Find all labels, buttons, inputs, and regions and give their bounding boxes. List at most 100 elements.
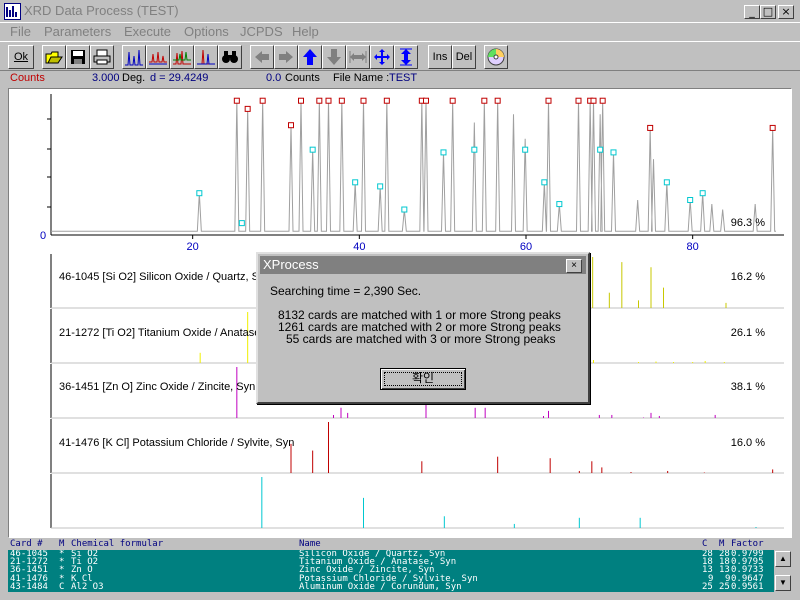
arrow-down-icon [327, 49, 341, 65]
menu-bar: File Parameters Execute Options JCPDS He… [0, 23, 800, 41]
peak-marker-cyan[interactable] [522, 146, 529, 153]
col-name[interactable]: Name [299, 539, 321, 549]
move-left-button[interactable] [250, 45, 274, 69]
peak-marker-red[interactable] [288, 122, 294, 129]
move-right-button[interactable] [274, 45, 298, 69]
peak-marker-red[interactable] [383, 97, 390, 104]
peak-marker-cyan[interactable] [309, 146, 316, 153]
menu-file[interactable]: File [10, 24, 31, 39]
ok-button[interactable]: Ok [8, 45, 34, 69]
col-c[interactable]: C [702, 539, 707, 549]
card-label-1[interactable]: 46-1045 [Si O2] Silicon Oxide / Quartz, … [59, 271, 271, 283]
arrow-left-icon [255, 51, 269, 63]
peak-marker-cyan[interactable] [663, 179, 670, 186]
peak-marker-red[interactable] [298, 97, 304, 104]
list-cell-m: C [59, 581, 65, 592]
peak-marker-red[interactable] [423, 97, 429, 104]
peak-marker-cyan[interactable] [541, 179, 548, 186]
cd-button[interactable] [484, 45, 508, 69]
peak-marker-red[interactable] [590, 97, 597, 104]
counts-label: Counts [10, 72, 45, 84]
card-label-3[interactable]: 36-1451 [Zn O] Zinc Oxide / Zincite, Syn [59, 381, 255, 393]
close-button[interactable]: × [778, 5, 794, 19]
y-origin-label: 0 [40, 230, 46, 242]
peak-marker-red[interactable] [360, 97, 367, 104]
pattern-mixed-icon [197, 49, 215, 65]
peak-marker-red[interactable] [599, 97, 606, 104]
dialog-title-bar: XProcess × [260, 256, 586, 274]
minimize-button[interactable]: _ [744, 5, 760, 19]
peak-marker-cyan[interactable] [597, 146, 604, 153]
expand-all-button[interactable] [370, 45, 394, 69]
scroll-up-button[interactable]: ▲ [775, 551, 791, 567]
print-button[interactable] [90, 45, 114, 69]
peak-marker-cyan[interactable] [196, 190, 203, 197]
save-button[interactable] [66, 45, 90, 69]
list-scrollbar[interactable]: ▲ ▼ [774, 550, 792, 592]
expand-vertical-button[interactable] [394, 45, 418, 69]
menu-execute[interactable]: Execute [124, 24, 171, 39]
col-m[interactable]: M [59, 539, 64, 549]
expand-vertical-icon [400, 48, 412, 66]
list-cell-name: Aluminum Oxide / Corundum, Syn [299, 581, 462, 592]
peak-marker-red[interactable] [449, 97, 456, 104]
binoculars-icon [222, 51, 238, 63]
xrd-profile-line [51, 100, 776, 232]
peak-marker-red[interactable] [769, 124, 776, 131]
open-folder-icon [45, 51, 63, 64]
peak-marker-cyan[interactable] [610, 149, 617, 156]
peak-marker-red[interactable] [244, 105, 251, 112]
peak-marker-red[interactable] [338, 97, 345, 104]
peak-marker-cyan[interactable] [401, 206, 408, 213]
scroll-down-button[interactable]: ▼ [775, 575, 791, 591]
list-cell-factor: 0.9561 [731, 581, 764, 592]
peak-marker-red[interactable] [259, 97, 266, 104]
maximize-button[interactable]: □ [760, 5, 776, 19]
dialog-ok-button[interactable]: 확인 [380, 368, 466, 390]
menu-parameters[interactable]: Parameters [44, 24, 111, 39]
pattern-blue-button[interactable] [122, 45, 146, 69]
list-row[interactable]: 43-1484 C Al2 O3 Aluminum Oxide / Corundum,… [8, 581, 774, 592]
move-up-button[interactable] [298, 45, 322, 69]
pattern-multi-button[interactable] [170, 45, 194, 69]
peak-marker-cyan[interactable] [699, 190, 706, 197]
pattern-mixed-button[interactable] [194, 45, 218, 69]
peak-marker-cyan[interactable] [687, 197, 694, 203]
open-button[interactable] [42, 45, 66, 69]
list-cell-m2: 25 [719, 581, 730, 592]
search-button[interactable] [218, 45, 242, 69]
pattern-red-button[interactable] [146, 45, 170, 69]
delete-button[interactable]: Del [452, 45, 476, 69]
move-down-button[interactable] [322, 45, 346, 69]
peak-marker-red[interactable] [647, 124, 654, 131]
card-label-2[interactable]: 21-1272 [Ti O2] Titanium Oxide / Anatase… [59, 327, 285, 339]
peak-marker-red[interactable] [233, 97, 240, 104]
card-list[interactable]: 46-1045 * Si O2 Silicon Oxide / Quartz, Syn… [8, 550, 774, 592]
card-label-4[interactable]: 41-1476 [K Cl] Potassium Chloride / Sylv… [59, 437, 294, 449]
peak-marker-cyan[interactable] [238, 220, 245, 227]
col-formula[interactable]: Chemical formular [71, 539, 163, 549]
xprocess-dialog: XProcess × Searching time = 2,390 Sec. 8… [256, 252, 590, 404]
menu-jcpds[interactable]: JCPDS [240, 24, 283, 39]
col-card[interactable]: Card # [10, 539, 43, 549]
peak-marker-red[interactable] [316, 97, 323, 104]
peak-marker-cyan[interactable] [377, 183, 384, 190]
peak-marker-cyan[interactable] [556, 201, 563, 208]
peak-marker-cyan[interactable] [471, 146, 478, 153]
peak-marker-red[interactable] [481, 97, 488, 104]
peak-marker-red[interactable] [325, 97, 332, 104]
col-factor[interactable]: Factor [731, 539, 764, 549]
menu-options[interactable]: Options [184, 24, 229, 39]
menu-help[interactable]: Help [292, 24, 319, 39]
expand-horizontal-button[interactable] [346, 45, 370, 69]
peak-marker-red[interactable] [494, 97, 501, 104]
col-m2[interactable]: M [719, 539, 724, 549]
dialog-close-button[interactable]: × [566, 259, 582, 273]
peak-marker-cyan[interactable] [440, 149, 447, 156]
insert-button[interactable]: Ins [428, 45, 452, 69]
peak-marker-cyan[interactable] [352, 179, 359, 186]
peak-marker-red[interactable] [545, 97, 552, 104]
app-icon[interactable] [4, 3, 21, 20]
peak-marker-red[interactable] [575, 97, 582, 104]
save-disk-icon [71, 50, 85, 64]
